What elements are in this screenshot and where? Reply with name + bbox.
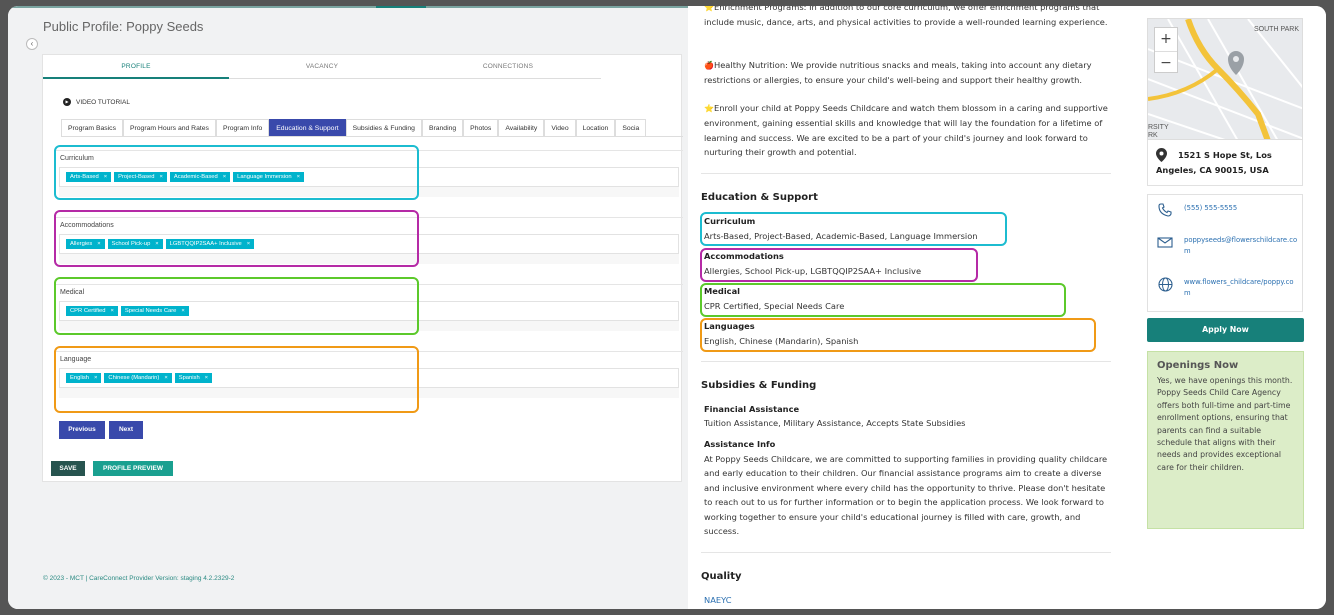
save-button[interactable]: SAVE [51,461,85,476]
address-block: 1521 S Hope St, Los Angeles, CA 90015, U… [1147,140,1303,186]
curriculum-highlight [54,145,419,200]
apple-icon: 🍎 [704,61,714,70]
collapse-sidebar-icon[interactable]: ‹ [26,38,38,50]
play-icon: ▶ [63,98,71,106]
profile-card: PROFILE VACANCY CONNECTIONS ▶ VIDEO TUTO… [42,54,683,482]
email-icon [1156,235,1174,252]
map-zoom-controls: + − [1154,27,1178,73]
contact-website[interactable]: www.flowers_childcare/poppy.com [1156,277,1300,299]
subtab-program-info[interactable]: Program Info [215,119,270,136]
nutrition-paragraph: 🍎Healthy Nutrition: We provide nutritiou… [704,60,1092,86]
tab-vacancy[interactable]: VACANCY [229,55,415,79]
footer-version: © 2023 - MCT | CareConnect Provider Vers… [43,575,235,582]
location-map[interactable]: SOUTH PARK RSITY RK + − [1147,18,1303,140]
sub-tabs: Program Basics Program Hours and Rates P… [61,119,683,137]
subtab-social[interactable]: Socia [615,119,647,136]
tab-profile[interactable]: PROFILE [43,55,229,79]
video-tutorial-link[interactable]: ▶ VIDEO TUTORIAL [63,98,130,106]
website-text: www.flowers_childcare/poppy.com [1184,278,1294,297]
financial-assistance-title: Financial Assistance [704,404,800,414]
top-progress-line [8,6,688,8]
subtab-education-support[interactable]: Education & Support [269,119,346,136]
subtab-branding[interactable]: Branding [421,119,464,136]
assistance-info-value: At Poppy Seeds Childcare, we are committ… [704,454,1108,537]
openings-title: Openings Now [1157,360,1239,371]
enrichment-paragraph: ⭐Enrichment Programs: In addition to our… [704,6,1114,30]
tab-connections[interactable]: CONNECTIONS [415,55,601,79]
curriculum-preview-highlight [700,212,1007,246]
contact-list: (555) 555-5555 poppyseeds@flowerschildca… [1147,194,1303,312]
financial-assistance-value: Tuition Assistance, Military Assistance,… [704,418,966,428]
app-frame: ‹ Public Profile: Poppy Seeds PROFILE VA… [8,6,1326,609]
assistance-info-title: Assistance Info [704,439,776,449]
subtab-program-hours-rates[interactable]: Program Hours and Rates [122,119,216,136]
quality-heading: Quality [701,571,742,582]
star-icon: ⭐ [704,6,714,12]
profile-preview-button[interactable]: PROFILE PREVIEW [93,461,173,476]
main-tabs: PROFILE VACANCY CONNECTIONS [43,55,683,79]
accommodations-preview-highlight [700,248,978,282]
naeyc-link[interactable]: NAEYC [704,595,732,605]
globe-icon [1156,277,1174,295]
accommodations-highlight [54,210,419,267]
contact-phone[interactable]: (555) 555-5555 [1156,203,1300,220]
languages-preview-highlight [700,318,1096,352]
apply-now-button[interactable]: Apply Now [1147,318,1304,342]
medical-preview-highlight [700,283,1066,317]
phone-text: (555) 555-5555 [1184,204,1238,212]
subtab-video[interactable]: Video [544,119,576,136]
subtab-program-basics[interactable]: Program Basics [61,119,123,136]
education-support-heading: Education & Support [701,192,818,203]
star-icon: ⭐ [704,104,714,113]
contact-sidebar: SOUTH PARK RSITY RK + − 1521 S Hope St, … [1118,6,1326,609]
email-text: poppyseeds@flowerschildcare.com [1184,236,1298,255]
subtab-availability[interactable]: Availability [498,119,545,136]
subtab-location[interactable]: Location [575,119,616,136]
page-title: Public Profile: Poppy Seeds [43,19,204,34]
language-highlight [54,346,419,413]
subtab-subsidies-funding[interactable]: Subsidies & Funding [345,119,422,136]
address-text: 1521 S Hope St, Los Angeles, CA 90015, U… [1156,150,1272,175]
contact-email[interactable]: poppyseeds@flowerschildcare.com [1156,235,1300,257]
subsidies-funding-heading: Subsidies & Funding [701,380,817,391]
profile-editor-pane: ‹ Public Profile: Poppy Seeds PROFILE VA… [8,6,688,609]
video-tutorial-label: VIDEO TUTORIAL [76,98,130,106]
subtab-photos[interactable]: Photos [463,119,499,136]
map-label-rsity: RSITY [1148,124,1169,131]
enroll-paragraph: ⭐Enroll your child at Poppy Seeds Childc… [704,103,1108,158]
map-label-rk: RK [1148,132,1158,139]
phone-icon [1156,203,1174,220]
openings-body: Yes, we have openings this month. Poppy … [1157,376,1293,472]
zoom-in-button[interactable]: + [1155,28,1177,51]
map-label-south-park: SOUTH PARK [1254,26,1299,33]
medical-highlight [54,277,419,335]
next-button[interactable]: Next [109,421,143,439]
profile-preview-pane: ⭐Enrichment Programs: In addition to our… [688,6,1118,609]
zoom-out-button[interactable]: − [1155,51,1177,74]
openings-panel: Openings Now Yes, we have openings this … [1147,351,1304,529]
previous-button[interactable]: Previous [59,421,105,439]
